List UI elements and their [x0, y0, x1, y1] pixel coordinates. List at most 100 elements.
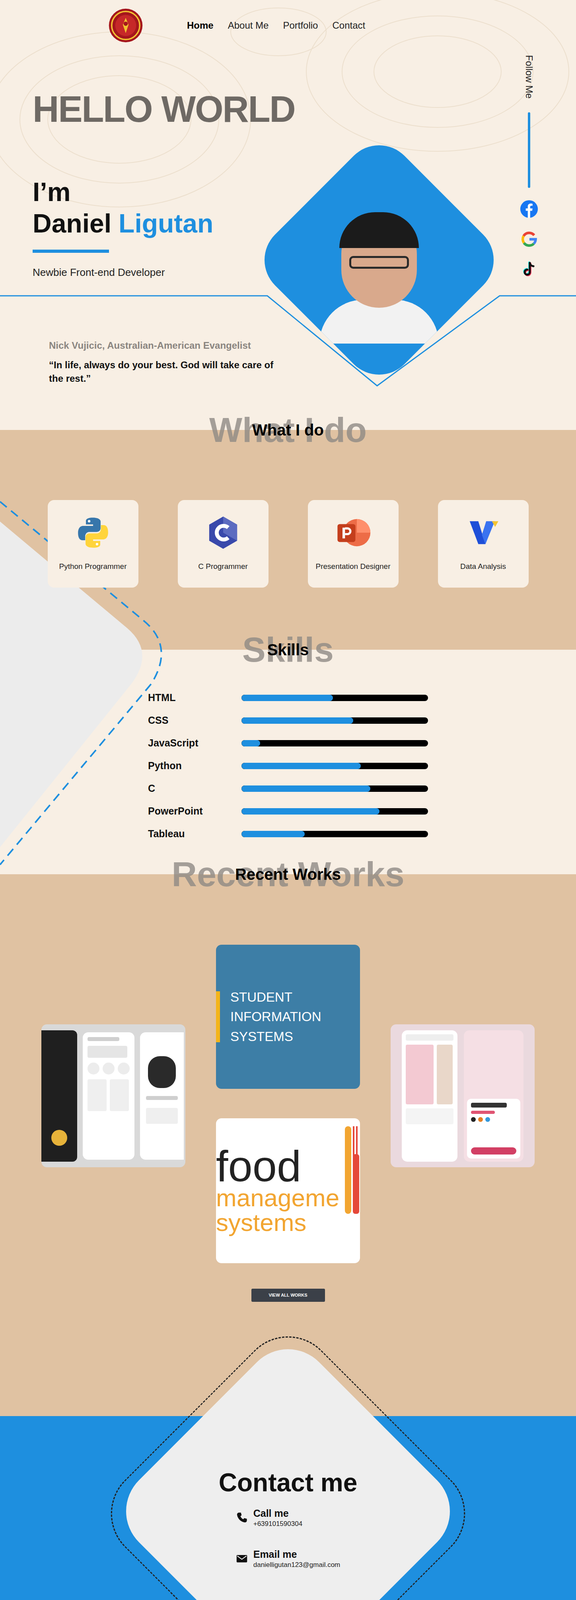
service-label: C Programmer: [198, 561, 248, 571]
skill-row: PowerPoint: [147, 799, 576, 822]
service-card: C Programmer: [177, 499, 269, 588]
contact-content: Contact me Call me+639101590304Email med…: [0, 1313, 576, 1568]
skill-label: PowerPoint: [147, 803, 242, 819]
skill-label: HTML: [147, 689, 242, 705]
hero-intro: HELLO WORLD I’m Daniel Ligutan Newbie Fr…: [0, 50, 262, 413]
contact-value: +639101590304: [253, 1518, 303, 1527]
phone-icon: [235, 1510, 248, 1523]
skill-rows: HTML CSS JavaScript Python C PowerPoint Tablea…: [0, 665, 576, 845]
service-label: Python Programmer: [58, 561, 127, 571]
skill-row: JavaScript: [147, 731, 576, 754]
skill-row: CSS: [147, 708, 576, 732]
nav-link[interactable]: Portfolio: [282, 18, 318, 33]
skill-row: C: [147, 776, 576, 800]
food-system-tile[interactable]: foodmanagemesystems: [216, 1117, 360, 1263]
fork-knife-icon: [344, 1117, 360, 1263]
social-line: [527, 112, 531, 188]
fashion-app-mockup[interactable]: [390, 1023, 535, 1167]
tile-accent: [216, 990, 220, 1042]
nav-link[interactable]: About Me: [227, 18, 269, 33]
food-logo-text: foodmanagemesystems: [216, 1117, 345, 1263]
works-section: STUDENT INFORMATION SYSTEMS foodmanageme…: [0, 890, 576, 1314]
services-title: What I do: [0, 412, 576, 447]
hero-greeting: HELLO WORLD: [32, 90, 262, 128]
services-section: Python Programmer C Programmer Presentatio…: [0, 446, 576, 633]
works-right-column: [390, 890, 535, 1314]
skill-label: Python: [147, 757, 242, 773]
hero-section: Home About Me Portfolio Contact HELLO WORLD…: [0, 0, 576, 413]
social-links: [519, 199, 539, 279]
email-icon: [235, 1551, 248, 1564]
skill-fill: [241, 830, 305, 837]
nav-links: Home About Me Portfolio Contact: [186, 18, 366, 33]
student-tile-text: STUDENT INFORMATION SYSTEMS: [219, 986, 348, 1046]
analysis-icon: [465, 514, 502, 551]
service-cards: Python Programmer C Programmer Presentatio…: [0, 446, 576, 588]
powerpoint-icon: [335, 514, 372, 551]
student-system-tile[interactable]: STUDENT INFORMATION SYSTEMS: [216, 943, 360, 1088]
view-all-button[interactable]: VIEW ALL WORKS: [251, 1287, 325, 1301]
service-label: Data Analysis: [460, 561, 506, 571]
skill-track: [241, 762, 429, 769]
nav-link[interactable]: Contact: [332, 18, 366, 33]
hero-decoration: [0, 0, 576, 413]
works-heading: Recent Works Recent Works: [0, 856, 576, 891]
food-logo-line: manageme: [216, 1184, 345, 1210]
works-center-column: STUDENT INFORMATION SYSTEMS foodmanageme…: [216, 890, 360, 1314]
skills-section: HTML CSS JavaScript Python C PowerPoint Tablea…: [0, 665, 576, 857]
skill-row: HTML: [147, 685, 576, 709]
follow-label: Follow Me: [521, 54, 537, 99]
contact-section: Contact me Call me+639101590304Email med…: [0, 1313, 576, 1599]
tiktok-icon[interactable]: [519, 260, 539, 279]
skill-track: [241, 694, 429, 701]
skill-track: [241, 807, 429, 814]
service-label: Presentation Designer: [315, 561, 391, 571]
skill-label: CSS: [147, 712, 242, 728]
logo-icon[interactable]: [108, 7, 144, 43]
skill-track: [241, 830, 429, 837]
skills-heading: Skills Skills: [0, 632, 576, 666]
skill-track: [241, 739, 429, 746]
hero-name: Daniel Ligutan: [32, 208, 262, 238]
teapot-app-mockup[interactable]: [41, 1023, 186, 1167]
quote-text: “In life, always do your best. God will …: [48, 358, 288, 385]
name-underline: [32, 249, 109, 253]
skill-track: [241, 716, 429, 724]
contact-item[interactable]: Call me+639101590304: [235, 1506, 303, 1528]
contact-list: Call me+639101590304 Email medanielliguta…: [235, 1506, 341, 1568]
skill-fill: [241, 807, 380, 814]
skill-fill: [241, 762, 361, 769]
google-icon[interactable]: [519, 229, 539, 249]
social-column: Follow Me: [521, 50, 538, 413]
services-skills-wrapper: Python Programmer C Programmer Presentatio…: [0, 446, 576, 857]
skill-fill: [241, 739, 261, 746]
nav-link[interactable]: Home: [186, 18, 214, 33]
hero-intro-text: I’m: [32, 177, 262, 207]
contact-item[interactable]: Email medanielligutan123@gmail.com: [235, 1547, 341, 1569]
quote-author: Nick Vujicic, Australian-American Evange…: [48, 338, 262, 353]
food-logo-line: systems: [216, 1209, 345, 1234]
skill-row: Python: [147, 753, 576, 777]
profile-photo: [249, 130, 509, 390]
python-icon: [75, 514, 111, 551]
skill-fill: [241, 694, 333, 701]
service-card: Data Analysis: [437, 499, 529, 588]
c-icon: [205, 514, 242, 551]
skill-label: JavaScript: [147, 735, 242, 751]
hero-row: HELLO WORLD I’m Daniel Ligutan Newbie Fr…: [0, 50, 576, 413]
last-name: Ligutan: [118, 208, 214, 238]
services-heading: What I do What I do: [0, 412, 576, 447]
facebook-icon[interactable]: [519, 199, 539, 218]
contact-label: Call me: [253, 1506, 303, 1519]
works-title: Recent Works: [0, 856, 576, 891]
works-left-column: [41, 890, 186, 1314]
photo-column: [261, 50, 497, 413]
contact-card: [107, 1329, 468, 1599]
service-card: Presentation Designer: [307, 499, 399, 588]
contact-value: danielligutan123@gmail.com: [253, 1559, 341, 1568]
first-name: Daniel: [32, 208, 112, 238]
skill-fill: [241, 716, 354, 724]
skill-fill: [241, 784, 371, 792]
hero-role: Newbie Front-end Developer: [32, 264, 262, 281]
skill-label: Tableau: [147, 825, 242, 841]
